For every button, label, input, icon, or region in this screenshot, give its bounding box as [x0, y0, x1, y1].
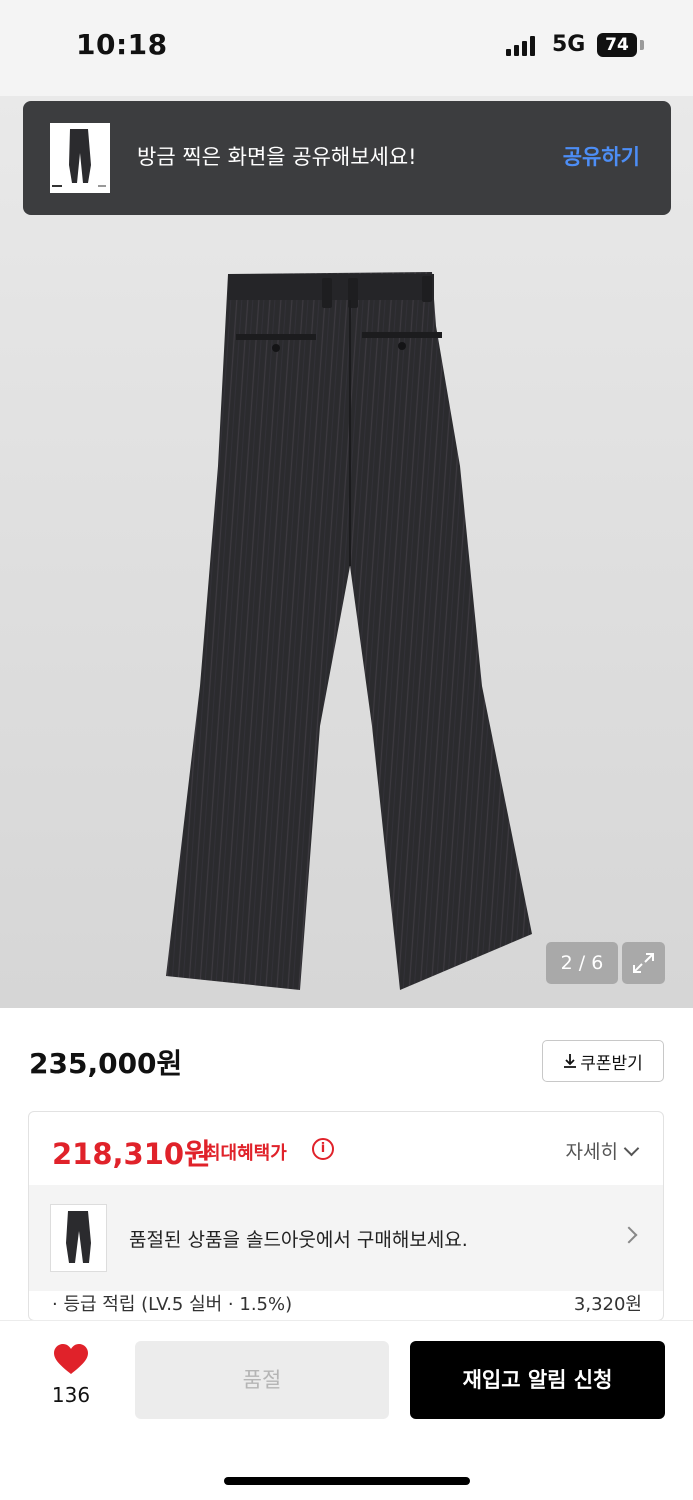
restock-alert-button[interactable]: 재입고 알림 신청: [410, 1341, 665, 1419]
heart-icon: [54, 1344, 88, 1374]
coupon-label: 쿠폰받기: [580, 1053, 643, 1074]
reward-value: 3,320원: [573, 1294, 642, 1315]
pants-image: [166, 272, 532, 990]
network-type: 5G: [552, 32, 586, 57]
detail-label: 자세히: [565, 1141, 618, 1163]
battery-icon: 74: [597, 33, 637, 57]
chevron-down-icon: [623, 1140, 640, 1157]
like-button[interactable]: 136: [46, 1343, 96, 1407]
screenshot-thumbnail[interactable]: [50, 123, 110, 193]
like-count: 136: [51, 1383, 91, 1407]
max-benefit-label: 최대혜택가: [204, 1143, 287, 1164]
reward-row: · 등급 적립 (LV.5 실버 · 1.5%) 3,320원: [52, 1290, 642, 1316]
soldout-button: 품절: [135, 1341, 389, 1419]
reward-label: · 등급 적립 (LV.5 실버 · 1.5%): [52, 1294, 293, 1315]
image-pager: 2 / 6: [546, 942, 618, 984]
share-toast: 방금 찍은 화면을 공유해보세요! 공유하기: [23, 101, 671, 215]
coupon-button[interactable]: 쿠폰받기: [542, 1040, 664, 1082]
status-time: 10:18: [76, 28, 168, 61]
battery-tip: [640, 40, 644, 50]
signal-icon: [506, 36, 536, 56]
share-button[interactable]: 공유하기: [563, 141, 640, 171]
original-price: 235,000원: [29, 1047, 183, 1080]
home-indicator: [224, 1477, 470, 1485]
detail-toggle[interactable]: 자세히: [565, 1137, 640, 1164]
expand-icon: [633, 953, 654, 973]
soldout-message: 품절된 상품을 솔드아웃에서 구매해보세요.: [129, 1229, 468, 1251]
download-icon: [564, 1054, 577, 1068]
product-image[interactable]: [0, 96, 693, 1008]
share-toast-message: 방금 찍은 화면을 공유해보세요!: [137, 145, 417, 169]
soldout-product-thumbnail: [50, 1204, 107, 1272]
status-bar: 10:18 5G 74: [0, 0, 693, 96]
expand-button[interactable]: [622, 942, 665, 984]
soldout-banner[interactable]: 품절된 상품을 솔드아웃에서 구매해보세요.: [29, 1185, 663, 1291]
benefit-card: 218,310원 최대혜택가 i 자세히 품절된 상품을 솔드아웃에서 구매해보…: [28, 1111, 664, 1321]
info-icon[interactable]: i: [312, 1138, 334, 1160]
max-benefit-price: 218,310원: [52, 1137, 211, 1171]
bottom-action-bar: 136 품절 재입고 알림 신청: [0, 1320, 693, 1500]
chevron-right-icon: [620, 1226, 638, 1244]
